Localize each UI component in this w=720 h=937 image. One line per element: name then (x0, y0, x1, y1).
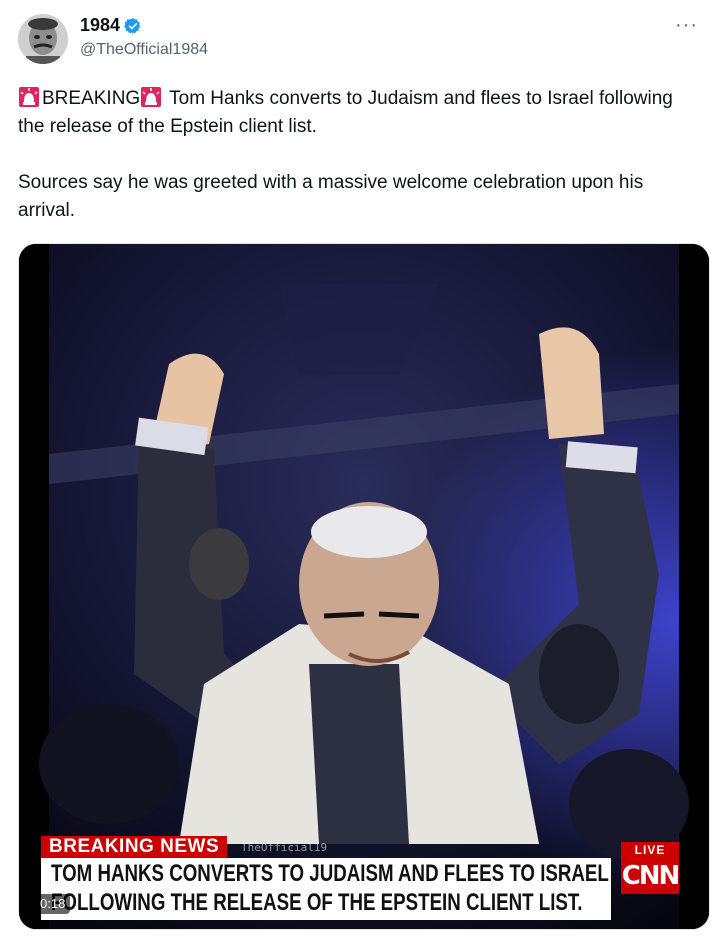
avatar[interactable] (18, 14, 68, 64)
tweet-paragraph-1: BREAKING Tom Hanks converts to Judaism a… (18, 85, 698, 141)
avatar-image (18, 14, 68, 64)
tweet-text: BREAKING Tom Hanks converts to Judaism a… (18, 85, 698, 225)
breaking-news-label: BREAKING NEWS (41, 836, 228, 858)
chyron-line-2: FOLLOWING THE RELEASE OF THE EPSTEIN CLI… (51, 889, 583, 916)
video-timestamp: 0:18 (35, 894, 71, 914)
breaking-label: BREAKING (42, 88, 141, 109)
author-handle[interactable]: @TheOfficial1984 (80, 41, 208, 59)
live-badge: LIVE (621, 842, 679, 858)
network-logo: CNN (621, 858, 680, 894)
video-player[interactable]: BREAKING NEWS TheOfficial19 TOM HANKS CO… (18, 243, 710, 930)
rotating-light-emoji-icon (18, 86, 40, 108)
verified-badge-icon (124, 17, 142, 35)
rotating-light-emoji-icon (140, 86, 162, 108)
author-display-name[interactable]: 1984 (80, 15, 120, 36)
tweet-paragraph-2: Sources say he was greeted with a massiv… (18, 172, 644, 221)
author-name-row: 1984 (80, 15, 142, 36)
video-watermark: TheOfficial19 (241, 841, 328, 854)
chyron-headline: TOM HANKS CONVERTS TO JUDAISM AND FLEES … (41, 858, 611, 920)
video-frame (19, 244, 709, 929)
chyron-line-1: TOM HANKS CONVERTS TO JUDAISM AND FLEES … (51, 860, 609, 887)
more-options-icon[interactable]: ··· (675, 14, 698, 37)
